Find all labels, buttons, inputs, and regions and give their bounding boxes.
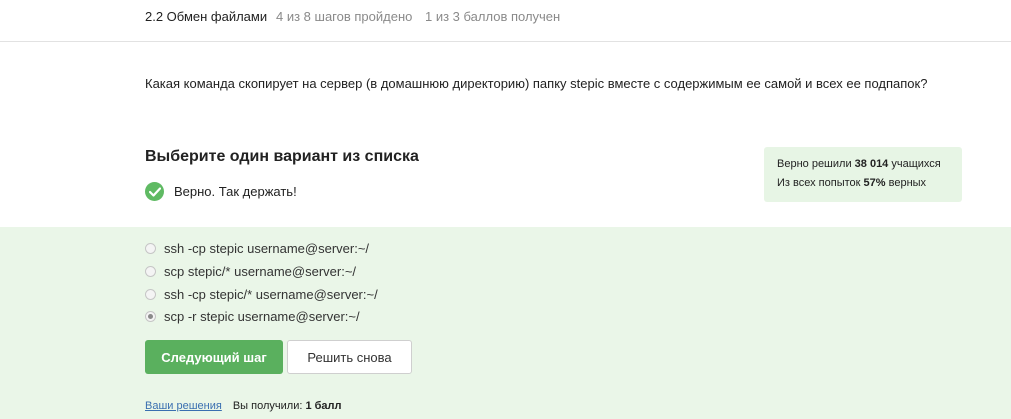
option-3[interactable]: ssh -cp stepic/* username@server:~/ xyxy=(145,287,378,302)
solved-prefix: Верно решили xyxy=(777,158,852,170)
received-prefix: Вы получили: xyxy=(232,400,303,412)
option-1[interactable]: ssh -cp stepic username@server:~/ xyxy=(145,241,369,256)
received-points: Вы получили: 1 балл xyxy=(233,400,342,412)
feedback-row: Верно. Так держать! xyxy=(145,182,297,201)
attempts-percent: 57% xyxy=(863,177,886,189)
solved-stat: Верно решили 38 014 учащихся xyxy=(777,158,941,170)
retry-button[interactable]: Решить снова xyxy=(287,340,412,374)
question-text: Какая команда скопирует на сервер (в дом… xyxy=(145,76,928,91)
received-value: 1 балл xyxy=(305,400,342,412)
radio-button[interactable] xyxy=(145,289,156,300)
attempts-suffix: верных xyxy=(888,177,927,189)
attempts-stat: Из всех попыток 57% верных xyxy=(777,177,926,189)
radio-button[interactable] xyxy=(145,266,156,277)
lesson-header: 2.2 Обмен файлами 4 из 8 шагов пройдено … xyxy=(0,0,1011,42)
stats-panel: Верно решили 38 014 учащихся Из всех поп… xyxy=(764,147,962,202)
option-4[interactable]: scp -r stepic username@server:~/ xyxy=(145,309,360,324)
option-2[interactable]: scp stepic/* username@server:~/ xyxy=(145,264,356,279)
steps-progress: 4 из 8 шагов пройдено xyxy=(276,9,413,24)
option-label: ssh -cp stepic/* username@server:~/ xyxy=(164,287,378,302)
option-label: scp -r stepic username@server:~/ xyxy=(164,309,360,324)
attempts-prefix: Из всех попыток xyxy=(777,177,861,189)
feedback-text: Верно. Так держать! xyxy=(174,184,297,199)
radio-button[interactable] xyxy=(145,243,156,254)
lesson-title[interactable]: 2.2 Обмен файлами xyxy=(145,9,267,24)
quiz-instruction: Выберите один вариант из списка xyxy=(145,148,419,165)
footer-row: Ваши решения Вы получили: 1 балл xyxy=(145,400,342,412)
your-solutions-link[interactable]: Ваши решения xyxy=(145,400,222,412)
check-icon xyxy=(145,182,164,201)
solved-count: 38 014 xyxy=(854,158,889,170)
solved-suffix: учащихся xyxy=(891,158,941,170)
option-label: ssh -cp stepic username@server:~/ xyxy=(164,241,370,256)
radio-button-selected[interactable] xyxy=(145,311,156,322)
score-progress: 1 из 3 баллов получен xyxy=(425,9,561,24)
next-step-button[interactable]: Следующий шаг xyxy=(145,340,283,374)
option-label: scp stepic/* username@server:~/ xyxy=(164,264,357,279)
